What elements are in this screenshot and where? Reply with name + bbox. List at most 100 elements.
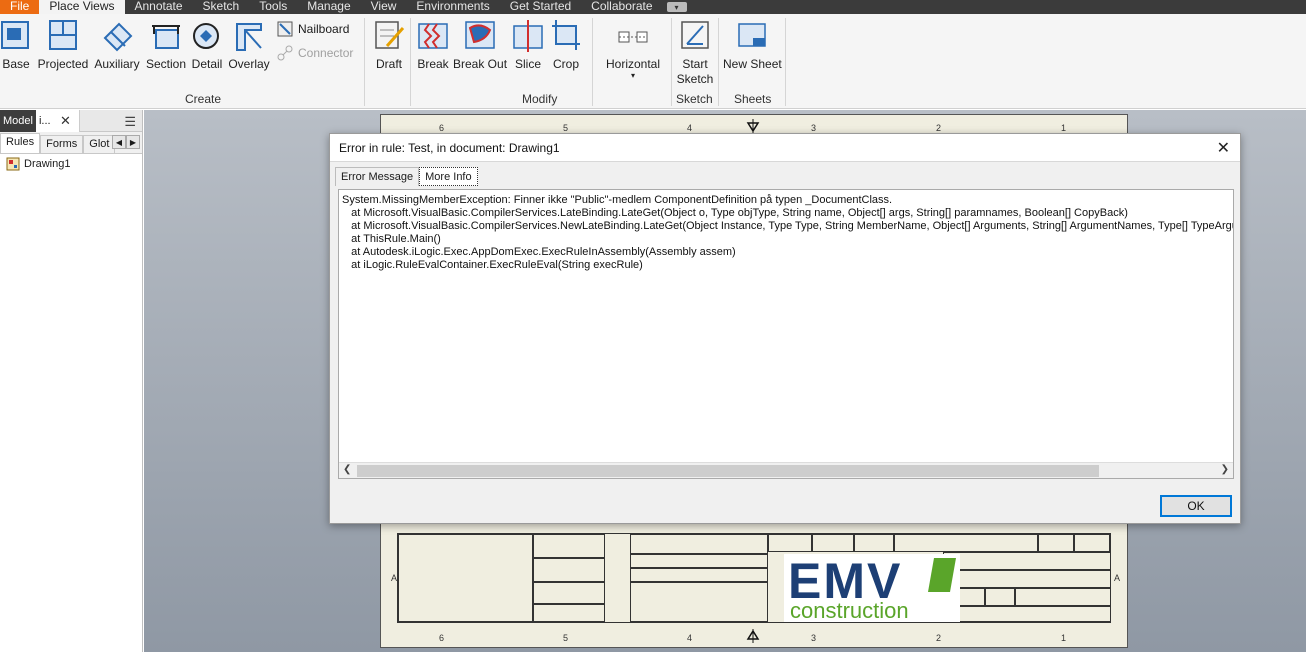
crop-button[interactable]: Crop <box>550 18 582 72</box>
close-icon[interactable]: ✕ <box>1217 138 1230 158</box>
tab-more-info[interactable]: More Info <box>419 167 478 186</box>
tab-forms[interactable]: Forms <box>40 135 84 153</box>
group-separator <box>718 18 719 106</box>
new-sheet-button[interactable]: New Sheet <box>723 18 782 72</box>
group-separator <box>671 18 672 106</box>
tab-annotate[interactable]: Annotate <box>125 0 193 14</box>
break-icon <box>418 23 448 49</box>
section-view-button[interactable]: Section <box>145 18 187 72</box>
tab-scroll-arrows: ◀ ▶ <box>112 135 140 149</box>
nailboard-button[interactable]: Nailboard <box>277 21 349 37</box>
start-sketch-label-1: Start <box>682 57 708 71</box>
tab-manage[interactable]: Manage <box>297 0 360 14</box>
scroll-left-icon[interactable]: ◀ <box>112 135 126 149</box>
dialog-tabs: Error Message More Info <box>335 167 478 186</box>
detail-view-label: Detail <box>191 57 223 71</box>
tree-item-drawing[interactable]: Drawing1 <box>0 154 142 174</box>
error-dialog: Error in rule: Test, in document: Drawin… <box>329 133 1241 524</box>
ok-button[interactable]: OK <box>1160 495 1232 517</box>
horizontal-dropdown-icon[interactable]: ▾ <box>603 72 663 80</box>
title-block-cell <box>398 534 533 622</box>
tree-item-label: Drawing1 <box>24 158 71 170</box>
file-tab[interactable]: File <box>0 0 40 14</box>
stack-line: at Microsoft.VisualBasic.CompilerService… <box>342 207 1128 219</box>
new-sheet-icon <box>738 23 766 47</box>
detail-view-button[interactable]: Detail <box>190 18 224 72</box>
tab-view[interactable]: View <box>361 0 407 14</box>
ruler-zone-top: 5 <box>563 123 569 133</box>
ruler-zone-top: 6 <box>439 123 445 133</box>
scrollbar-thumb[interactable] <box>357 465 1099 477</box>
tab-error-message[interactable]: Error Message <box>335 167 420 186</box>
horizontal-align-icon <box>618 31 648 43</box>
title-block-cell <box>943 606 1111 622</box>
svg-text:construction: construction <box>790 598 909 622</box>
group-separator <box>410 18 411 106</box>
tab-collaborate[interactable]: Collaborate <box>581 0 662 14</box>
section-view-icon <box>152 25 180 49</box>
break-button[interactable]: Break <box>416 18 450 72</box>
overlay-view-button[interactable]: Overlay <box>228 18 270 72</box>
break-out-button[interactable]: Break Out <box>453 18 507 72</box>
tab-environments[interactable]: Environments <box>406 0 499 14</box>
slice-icon <box>513 20 543 52</box>
auxiliary-view-icon <box>103 22 133 52</box>
ribbon-toggle-icon[interactable]: ▾ <box>666 2 687 12</box>
connector-icon <box>277 45 293 61</box>
dialog-title: Error in rule: Test, in document: Drawin… <box>339 141 560 155</box>
center-mark-bottom-icon <box>746 629 760 643</box>
overlay-view-icon <box>236 23 262 51</box>
base-view-label: Base <box>2 57 30 71</box>
title-block-cell <box>533 582 605 604</box>
scroll-right-icon[interactable]: ▶ <box>126 135 140 149</box>
close-icon[interactable]: ✕ <box>60 113 71 129</box>
draft-view-button[interactable]: Draft <box>372 18 406 72</box>
group-separator <box>785 18 786 106</box>
error-details-text: System.MissingMemberException: Finner ik… <box>342 194 1233 272</box>
projected-view-button[interactable]: Projected <box>37 18 89 72</box>
hamburger-menu-icon[interactable]: ☰ <box>124 114 136 130</box>
auxiliary-view-button[interactable]: Auxiliary <box>93 18 141 72</box>
scroll-left-icon[interactable]: ❮ <box>343 464 351 475</box>
start-sketch-button[interactable]: Start Sketch <box>676 18 714 87</box>
draft-view-label: Draft <box>375 57 402 71</box>
error-details-textbox[interactable]: System.MissingMemberException: Finner ik… <box>338 189 1234 479</box>
title-block-cell <box>812 534 854 552</box>
tab-global[interactable]: Glot <box>83 135 116 153</box>
tab-tools[interactable]: Tools <box>249 0 297 14</box>
ruler-zone-bottom: 6 <box>439 633 445 643</box>
tab-place-views[interactable]: Place Views <box>39 0 125 14</box>
title-block-cell <box>533 604 605 622</box>
base-view-icon <box>1 21 29 49</box>
zone-letter-right: A <box>1114 573 1121 583</box>
horizontal-align-button[interactable]: Horizontal ▾ <box>603 18 663 80</box>
tab-ilogic[interactable]: i... <box>35 109 80 132</box>
title-block-cell <box>854 534 894 552</box>
menu-bar: File Place Views Annotate Sketch Tools M… <box>0 0 1306 14</box>
tab-sketch[interactable]: Sketch <box>193 0 250 14</box>
ruler-zone-top: 3 <box>811 123 817 133</box>
auxiliary-view-label: Auxiliary <box>94 57 140 71</box>
connector-button[interactable]: Connector <box>277 45 353 61</box>
tab-model[interactable]: Model <box>0 109 36 132</box>
slice-button[interactable]: Slice <box>512 18 544 72</box>
ruler-zone-bottom: 4 <box>687 633 693 643</box>
stack-line: System.MissingMemberException: Finner ik… <box>342 194 893 206</box>
break-out-label: Break Out <box>453 57 508 71</box>
sheets-group-label: Sheets <box>734 92 772 106</box>
draft-view-icon <box>375 21 405 49</box>
horizontal-scrollbar[interactable]: ❮ ❯ <box>339 462 1233 478</box>
horizontal-align-label: Horizontal <box>605 57 661 71</box>
stack-line: at ThisRule.Main() <box>342 233 441 245</box>
base-view-button[interactable]: Base <box>0 18 32 72</box>
title-block-cell <box>1015 588 1111 606</box>
tab-rules[interactable]: Rules <box>0 133 41 153</box>
ruler-zone-bottom: 5 <box>563 633 569 643</box>
tab-get-started[interactable]: Get Started <box>500 0 581 14</box>
scroll-right-icon[interactable]: ❯ <box>1221 464 1229 475</box>
stack-line: at iLogic.RuleEvalContainer.ExecRuleEval… <box>342 259 643 271</box>
title-block-cell <box>533 558 605 582</box>
detail-view-icon <box>193 23 219 49</box>
title-block-cell <box>533 534 605 558</box>
company-logo: EMV construction <box>784 554 960 622</box>
